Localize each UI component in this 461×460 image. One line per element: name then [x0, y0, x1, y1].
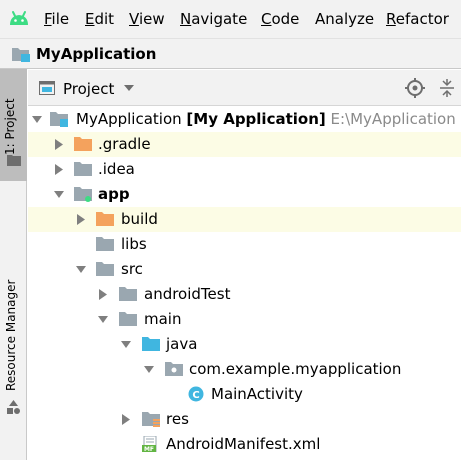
svg-text:C: C [192, 390, 199, 401]
manifest-file-icon: MF [142, 436, 157, 452]
locate-icon[interactable] [405, 78, 425, 98]
menu-refactor[interactable]: Refactor [386, 9, 449, 29]
module-folder-icon [50, 112, 68, 127]
expanded-arrow-icon[interactable] [98, 314, 108, 325]
collapsed-arrow-icon[interactable] [76, 214, 86, 225]
tree-row-libs[interactable]: libs [28, 232, 461, 257]
tree-row-root[interactable]: MyApplication [My Application] E:\MyAppl… [28, 107, 461, 132]
resource-manager-label: Resource Manager [4, 279, 18, 391]
expanded-arrow-icon[interactable] [32, 114, 42, 125]
expanded-arrow-icon[interactable] [121, 339, 131, 350]
folder-icon [7, 155, 21, 166]
tree-row-manifest[interactable]: MF AndroidManifest.xml [28, 432, 461, 457]
menu-bar: File Edit View Navigate Code Analyze Ref… [0, 0, 461, 38]
menu-code[interactable]: Code [261, 9, 299, 29]
excluded-folder-icon [74, 137, 92, 151]
collapsed-arrow-icon[interactable] [54, 164, 64, 175]
tree-row-java[interactable]: java [28, 332, 461, 357]
expanded-arrow-icon[interactable] [76, 264, 86, 275]
project-tool-label: 1: Project [3, 98, 17, 155]
project-tool-button[interactable]: 1: Project [0, 69, 27, 181]
project-view-selector[interactable]: Project [63, 79, 114, 99]
android-module-icon [74, 187, 92, 202]
resource-manager-icon [7, 400, 20, 414]
tree-row-idea[interactable]: .idea [28, 157, 461, 182]
collapsed-arrow-icon[interactable] [98, 289, 108, 300]
tree-label: .idea [98, 160, 135, 178]
tree-row-androidtest[interactable]: androidTest [28, 282, 461, 307]
project-tree: MyApplication [My Application] E:\MyAppl… [28, 107, 461, 460]
breadcrumb-project[interactable]: MyApplication [36, 44, 156, 64]
tree-label: MyApplication [My Application] E:\MyAppl… [76, 110, 456, 128]
android-studio-icon [10, 11, 28, 25]
tree-row-build[interactable]: build [28, 207, 461, 232]
folder-icon [119, 312, 137, 326]
tree-row-mainactivity[interactable]: C MainActivity [28, 382, 461, 407]
tree-label: res [166, 410, 189, 428]
left-tool-strip: 1: Project Resource Manager [0, 69, 27, 460]
tree-label: .gradle [98, 135, 151, 153]
folder-icon [119, 287, 137, 301]
menu-file[interactable]: File [44, 9, 69, 29]
collapse-all-icon[interactable] [438, 79, 456, 97]
tree-label: build [121, 210, 158, 228]
tree-label: com.example.myapplication [189, 360, 402, 378]
tree-label: main [144, 310, 182, 328]
tree-row-gradle[interactable]: .gradle [28, 132, 461, 157]
project-window-icon [39, 81, 55, 95]
svg-text:MF: MF [144, 446, 154, 452]
java-class-icon: C [188, 386, 204, 402]
excluded-folder-icon [96, 212, 114, 226]
tree-row-package[interactable]: com.example.myapplication [28, 357, 461, 382]
tree-row-app[interactable]: app [28, 182, 461, 207]
menu-navigate[interactable]: Navigate [180, 9, 247, 29]
tree-row-res[interactable]: res [28, 407, 461, 432]
project-folder-icon [12, 48, 30, 62]
tree-label: libs [121, 235, 147, 253]
tree-label: app [98, 185, 130, 203]
expanded-arrow-icon[interactable] [54, 189, 64, 200]
project-panel-header: Project [28, 70, 461, 106]
menu-edit[interactable]: Edit [85, 9, 114, 29]
collapsed-arrow-icon[interactable] [54, 139, 64, 150]
folder-icon [74, 162, 92, 176]
expanded-arrow-icon[interactable] [144, 364, 154, 375]
chevron-down-icon[interactable] [124, 85, 134, 92]
resource-folder-icon [142, 412, 160, 427]
tree-label: MainActivity [211, 385, 303, 403]
folder-icon [96, 262, 114, 276]
package-icon [165, 362, 183, 376]
tree-label: java [166, 335, 198, 353]
folder-icon [96, 237, 114, 251]
tree-row-src[interactable]: src [28, 257, 461, 282]
tree-label: src [121, 260, 143, 278]
collapsed-arrow-icon[interactable] [121, 414, 131, 425]
navigation-bar: MyApplication [0, 38, 461, 69]
tree-row-main[interactable]: main [28, 307, 461, 332]
tree-label: androidTest [144, 285, 231, 303]
menu-view[interactable]: View [129, 9, 165, 29]
menu-analyze[interactable]: Analyze [315, 9, 374, 29]
source-folder-icon [142, 337, 160, 351]
tree-label: AndroidManifest.xml [166, 435, 321, 453]
